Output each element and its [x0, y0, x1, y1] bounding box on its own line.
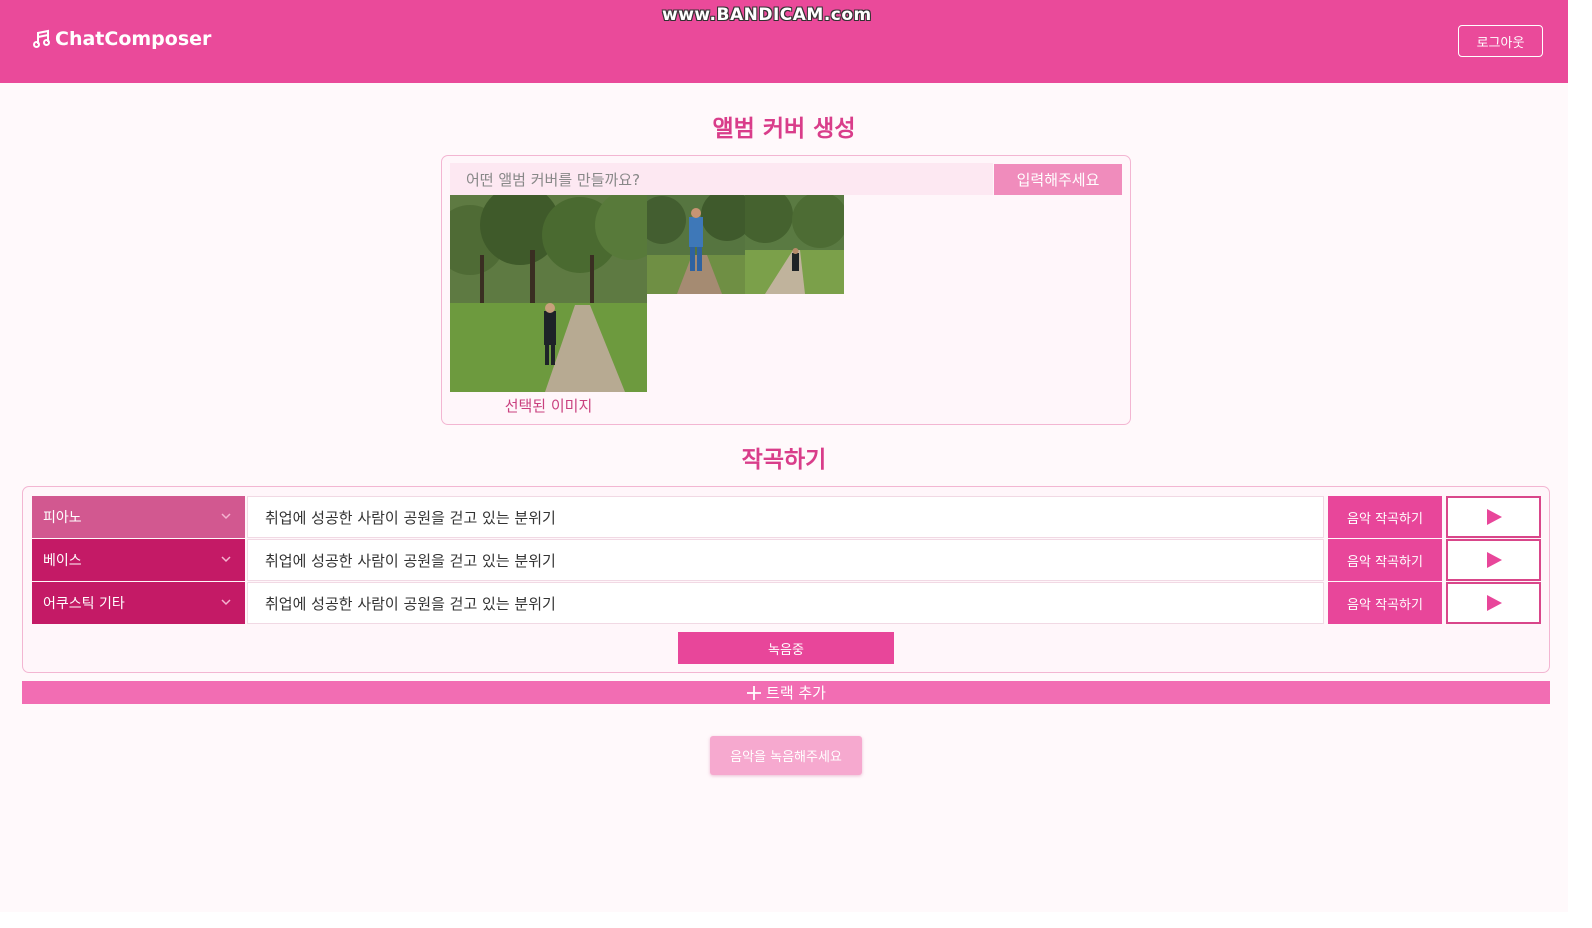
- play-icon: [1486, 509, 1502, 525]
- track-prompt-input[interactable]: 취업에 성공한 사람이 공원을 걷고 있는 분위기: [247, 539, 1324, 581]
- instrument-select[interactable]: 베이스: [32, 539, 245, 581]
- chevron-down-icon: [221, 556, 231, 563]
- instrument-label: 베이스: [43, 553, 82, 569]
- album-image-option[interactable]: [745, 195, 844, 294]
- app-logo[interactable]: ChatComposer: [32, 28, 211, 50]
- add-track-button[interactable]: 트랙 추가: [22, 681, 1550, 704]
- track-row: 피아노 취업에 성공한 사람이 공원을 걷고 있는 분위기 음악 작곡하기: [32, 496, 1541, 538]
- record-request-button[interactable]: 음악을 녹음해주세요: [710, 736, 862, 775]
- add-track-label: 트랙 추가: [766, 684, 826, 702]
- compose-section-title: 작곡하기: [741, 447, 827, 473]
- play-button[interactable]: [1446, 582, 1541, 624]
- play-icon: [1486, 595, 1502, 611]
- compose-music-button[interactable]: 음악 작곡하기: [1328, 539, 1442, 581]
- page-bottom-edge: [0, 912, 1568, 928]
- track-row: 베이스 취업에 성공한 사람이 공원을 걷고 있는 분위기 음악 작곡하기: [32, 539, 1541, 581]
- top-header: ChatComposer www.BANDICAM.com 로그아웃: [0, 0, 1568, 83]
- track-prompt-input[interactable]: 취업에 성공한 사람이 공원을 걷고 있는 분위기: [247, 582, 1324, 624]
- album-image-selected[interactable]: [450, 195, 647, 392]
- page-edge: [1568, 0, 1592, 928]
- instrument-label: 어쿠스틱 기타: [43, 596, 125, 612]
- plus-icon: [747, 685, 762, 700]
- album-prompt-input[interactable]: 어떤 앨범 커버를 만들까요?: [450, 163, 993, 195]
- play-button[interactable]: [1446, 496, 1541, 538]
- recording-watermark: www.BANDICAM.com: [662, 5, 872, 25]
- album-section-title: 앨범 커버 생성: [712, 116, 856, 142]
- music-note-icon: [33, 29, 50, 48]
- play-button[interactable]: [1446, 539, 1541, 581]
- track-prompt-input[interactable]: 취업에 성공한 사람이 공원을 걷고 있는 분위기: [247, 496, 1324, 538]
- compose-music-button[interactable]: 음악 작곡하기: [1328, 496, 1442, 538]
- chevron-down-icon: [221, 513, 231, 520]
- selected-image-label: 선택된 이미지: [504, 397, 593, 415]
- instrument-select[interactable]: 피아노: [32, 496, 245, 538]
- instrument-select[interactable]: 어쿠스틱 기타: [32, 582, 245, 624]
- logout-button[interactable]: 로그아웃: [1458, 25, 1543, 57]
- recording-button[interactable]: 녹음중: [678, 632, 894, 664]
- track-row: 어쿠스틱 기타 취업에 성공한 사람이 공원을 걷고 있는 분위기 음악 작곡하…: [32, 582, 1541, 624]
- play-icon: [1486, 552, 1502, 568]
- compose-music-button[interactable]: 음악 작곡하기: [1328, 582, 1442, 624]
- chevron-down-icon: [221, 599, 231, 606]
- instrument-label: 피아노: [43, 510, 82, 526]
- album-image-option[interactable]: [647, 195, 746, 294]
- album-submit-button[interactable]: 입력해주세요: [994, 164, 1122, 195]
- logo-text: ChatComposer: [55, 28, 212, 50]
